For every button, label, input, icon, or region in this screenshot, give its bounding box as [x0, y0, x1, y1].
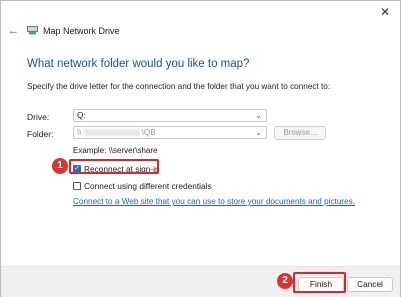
drive-label: Drive: — [27, 112, 50, 122]
reconnect-highlight-box — [69, 159, 159, 174]
different-credentials-label: Connect using different credentials — [84, 181, 212, 191]
folder-value-prefix: \\ — [77, 128, 82, 137]
network-drive-icon — [27, 26, 38, 35]
chevron-down-icon: ⌄ — [255, 128, 262, 137]
browse-button[interactable]: Browse... — [274, 126, 326, 140]
redacted-server-name — [83, 129, 140, 137]
back-arrow-icon[interactable]: ← — [8, 25, 19, 37]
example-text: Example: \\server\share — [73, 146, 158, 155]
dialog-window: ✕ ← Map Network Drive What network folde… — [0, 0, 401, 297]
cancel-button[interactable]: Cancel — [347, 277, 393, 292]
folder-label: Folder: — [27, 129, 54, 139]
folder-value-suffix: \QB — [141, 128, 156, 137]
drive-value: Q: — [77, 111, 86, 120]
close-icon[interactable]: ✕ — [378, 5, 392, 19]
different-credentials-option[interactable]: Connect using different credentials — [73, 181, 212, 191]
drive-select[interactable]: Q: ⌄ — [73, 109, 267, 122]
dialog-title: Map Network Drive — [43, 26, 120, 36]
step-badge-2: 2 — [277, 273, 293, 289]
web-site-link[interactable]: Connect to a Web site that you can use t… — [73, 197, 355, 206]
chevron-down-icon: ⌄ — [255, 111, 262, 120]
different-credentials-checkbox[interactable] — [73, 182, 81, 190]
step-badge-1: 1 — [52, 158, 68, 174]
finish-highlight-box — [293, 272, 346, 293]
folder-combobox[interactable]: \\ \QB ⌄ — [73, 126, 267, 139]
instructions-text: Specify the drive letter for the connect… — [27, 82, 331, 91]
page-heading: What network folder would you like to ma… — [27, 58, 250, 70]
